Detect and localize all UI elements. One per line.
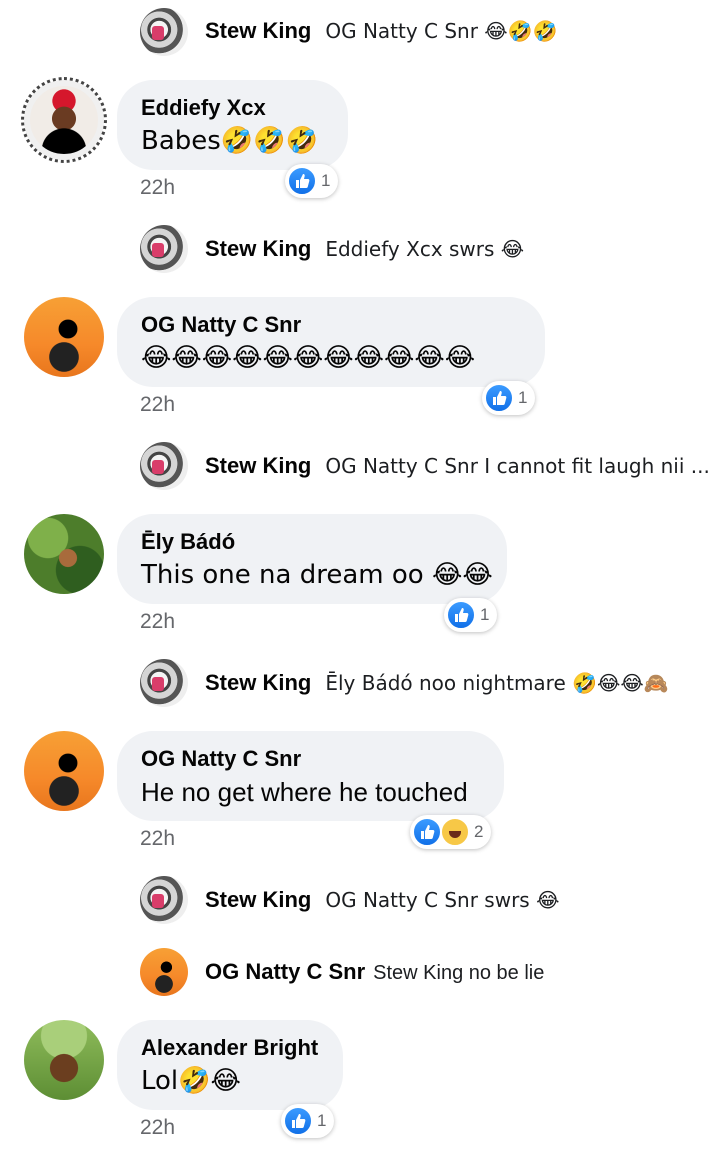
avatar[interactable] xyxy=(140,659,188,707)
reply-row: Stew King OG Natty C Snr swrs 😂 xyxy=(205,887,559,913)
reply-text: Ēly Bádó noo nightmare 🤣😂😂🙈 xyxy=(325,671,669,695)
reaction-count: 1 xyxy=(321,171,331,190)
reply-author[interactable]: Stew King xyxy=(205,670,311,695)
reply-row: Stew King Eddiefy Xcx swrs 😂 xyxy=(205,236,524,262)
comment-author[interactable]: OG Natty C Snr xyxy=(141,311,519,339)
reply-author[interactable]: Stew King xyxy=(205,887,311,912)
reaction-count: 1 xyxy=(480,605,490,624)
avatar[interactable] xyxy=(24,1020,104,1100)
comment-text: He no get where he touched xyxy=(141,777,468,807)
haha-icon xyxy=(440,817,470,847)
reply-text: OG Natty C Snr I cannot fit laugh nii ..… xyxy=(325,454,710,478)
reply-author[interactable]: Stew King xyxy=(205,453,311,478)
comment-bubble: OG Natty C Snr He no get where he touche… xyxy=(117,731,504,821)
avatar[interactable] xyxy=(140,876,188,924)
avatar[interactable] xyxy=(140,442,188,490)
reply-author[interactable]: Stew King xyxy=(205,18,311,43)
comment-text: Lol🤣😂 xyxy=(141,1066,241,1096)
reply-text: OG Natty C Snr 😂🤣🤣 xyxy=(325,19,558,43)
reply-row: OG Natty C Snr Stew King no be lie xyxy=(205,959,544,985)
reaction-summary[interactable]: 1 xyxy=(444,598,498,632)
like-icon xyxy=(446,600,476,630)
comment-text: 😂😂😂😂😂😂😂😂😂😂😂 xyxy=(141,343,476,373)
like-icon xyxy=(283,1106,313,1136)
like-icon xyxy=(412,817,442,847)
comment-timestamp[interactable]: 22h xyxy=(140,1116,175,1140)
reaction-count: 1 xyxy=(518,388,528,407)
avatar[interactable] xyxy=(140,948,188,996)
reply-text: Stew King no be lie xyxy=(373,962,545,984)
reaction-summary[interactable]: 1 xyxy=(281,1104,335,1138)
comment-author[interactable]: Alexander Bright xyxy=(141,1034,318,1062)
comment-bubble: Ēly Bádó This one na dream oo 😂😂 xyxy=(117,514,507,604)
comment-timestamp[interactable]: 22h xyxy=(140,176,175,200)
reaction-count: 1 xyxy=(317,1111,327,1130)
comment-text: Babes🤣🤣🤣 xyxy=(141,126,318,156)
comment-author[interactable]: OG Natty C Snr xyxy=(141,745,478,773)
comment-timestamp[interactable]: 22h xyxy=(140,393,175,417)
avatar[interactable] xyxy=(24,731,104,811)
reply-row: Stew King OG Natty C Snr I cannot fit lau… xyxy=(205,453,710,479)
reaction-summary[interactable]: 2 xyxy=(410,815,492,849)
reply-row: Stew King Ēly Bádó noo nightmare 🤣😂😂🙈 xyxy=(205,670,669,696)
avatar[interactable] xyxy=(21,77,107,163)
comment-author[interactable]: Eddiefy Xcx xyxy=(141,94,322,122)
avatar[interactable] xyxy=(24,514,104,594)
reply-text: Eddiefy Xcx swrs 😂 xyxy=(325,237,525,261)
reply-author[interactable]: Stew King xyxy=(205,236,311,261)
avatar[interactable] xyxy=(140,8,188,56)
comment-bubble: OG Natty C Snr 😂😂😂😂😂😂😂😂😂😂😂 xyxy=(117,297,545,387)
reaction-summary[interactable]: 1 xyxy=(482,381,536,415)
reaction-summary[interactable]: 1 xyxy=(285,164,339,198)
reaction-count: 2 xyxy=(474,822,484,841)
like-icon xyxy=(287,166,317,196)
avatar[interactable] xyxy=(140,225,188,273)
comment-timestamp[interactable]: 22h xyxy=(140,827,175,851)
reply-author[interactable]: OG Natty C Snr xyxy=(205,959,365,984)
comment-timestamp[interactable]: 22h xyxy=(140,610,175,634)
comment-bubble: Eddiefy Xcx Babes🤣🤣🤣 xyxy=(117,80,348,170)
comment-bubble: Alexander Bright Lol🤣😂 xyxy=(117,1020,343,1110)
reply-row: Stew King OG Natty C Snr 😂🤣🤣 xyxy=(205,18,557,44)
reply-text: OG Natty C Snr swrs 😂 xyxy=(325,888,560,912)
comment-text: This one na dream oo 😂😂 xyxy=(141,560,493,590)
comment-author[interactable]: Ēly Bádó xyxy=(141,528,481,556)
like-icon xyxy=(484,383,514,413)
avatar[interactable] xyxy=(24,297,104,377)
